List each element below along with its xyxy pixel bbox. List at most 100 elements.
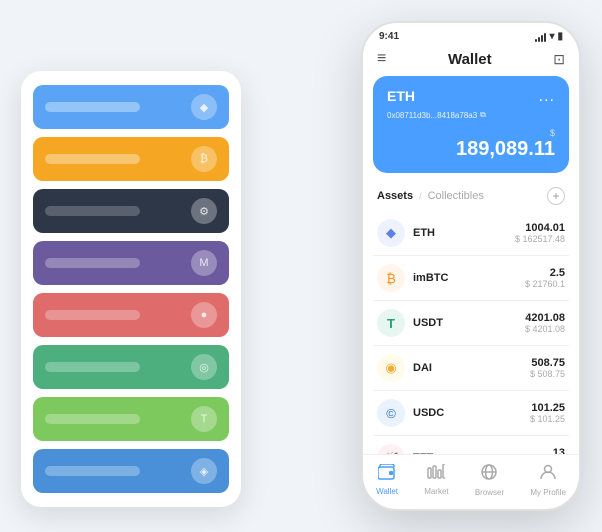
battery-icon: ▮ <box>557 31 563 42</box>
status-time: 9:41 <box>379 31 399 42</box>
nav-profile-label: My Profile <box>530 488 566 497</box>
signal-icon <box>535 32 546 42</box>
eth-balance-label: $ <box>387 128 555 138</box>
card-icon-6: ◎ <box>191 354 217 380</box>
card-icon-2: ₿ <box>191 146 217 172</box>
nav-browser[interactable]: Browser <box>475 463 504 497</box>
eth-card[interactable]: ETH ... 0x08711d3b...8418a78a3 ⧉ $ 189,0… <box>373 76 569 173</box>
asset-icon-dai: ◉ <box>377 354 405 382</box>
asset-item-usdt[interactable]: T USDT 4201.08 $ 4201.08 <box>373 301 569 346</box>
asset-values-eth: 1004.01 $ 162517.48 <box>515 222 565 244</box>
asset-amount-usdt: 4201.08 <box>525 312 565 324</box>
asset-icon-usdc: © <box>377 399 405 427</box>
asset-name-imbtc: imBTC <box>413 272 525 284</box>
asset-item-dai[interactable]: ◉ DAI 508.75 $ 508.75 <box>373 346 569 391</box>
asset-usd-usdc: $ 101.25 <box>530 414 565 424</box>
asset-list: ◆ ETH 1004.01 $ 162517.48 ₿ imBTC 2.5 $ … <box>363 211 579 454</box>
card-item-7[interactable]: T <box>33 397 229 441</box>
asset-icon-tft: 🦋 <box>377 444 405 454</box>
eth-card-menu[interactable]: ... <box>539 88 555 106</box>
asset-usd-eth: $ 162517.48 <box>515 234 565 244</box>
asset-usd-dai: $ 508.75 <box>530 369 565 379</box>
card-icon-1: ◆ <box>191 94 217 120</box>
asset-usd-imbtc: $ 21760.1 <box>525 279 565 289</box>
card-item-6[interactable]: ◎ <box>33 345 229 389</box>
nav-wallet-label: Wallet <box>376 487 398 496</box>
card-icon-8: ◈ <box>191 458 217 484</box>
balance-prefix: $ <box>550 128 555 138</box>
page-title: Wallet <box>448 51 492 68</box>
eth-balance: 189,089.11 <box>387 138 555 161</box>
card-icon-4: M <box>191 250 217 276</box>
add-asset-button[interactable]: + <box>547 187 565 205</box>
asset-item-eth[interactable]: ◆ ETH 1004.01 $ 162517.48 <box>373 211 569 256</box>
asset-icon-eth: ◆ <box>377 219 405 247</box>
browser-icon <box>480 463 498 486</box>
asset-usd-usdt: $ 4201.08 <box>525 324 565 334</box>
eth-address-text: 0x08711d3b...8418a78a3 <box>387 111 477 120</box>
asset-values-usdt: 4201.08 $ 4201.08 <box>525 312 565 334</box>
asset-amount-usdc: 101.25 <box>530 402 565 414</box>
card-icon-7: T <box>191 406 217 432</box>
card-stack: ◆ ₿ ⚙ M ● ◎ T ◈ <box>21 71 241 507</box>
nav-market-label: Market <box>424 487 448 496</box>
asset-values-usdc: 101.25 $ 101.25 <box>530 402 565 424</box>
nav-browser-label: Browser <box>475 488 504 497</box>
asset-icon-usdt: T <box>377 309 405 337</box>
card-bar-8 <box>45 466 140 476</box>
menu-icon[interactable]: ≡ <box>377 50 386 68</box>
card-bar-7 <box>45 414 140 424</box>
tab-assets[interactable]: Assets <box>377 190 413 202</box>
card-item-4[interactable]: M <box>33 241 229 285</box>
asset-values-tft: 13 0 <box>553 447 565 454</box>
asset-item-usdc[interactable]: © USDC 101.25 $ 101.25 <box>373 391 569 436</box>
asset-amount-eth: 1004.01 <box>515 222 565 234</box>
asset-values-dai: 508.75 $ 508.75 <box>530 357 565 379</box>
asset-amount-imbtc: 2.5 <box>525 267 565 279</box>
card-bar-1 <box>45 102 140 112</box>
card-item-2[interactable]: ₿ <box>33 137 229 181</box>
card-icon-5: ● <box>191 302 217 328</box>
asset-amount-tft: 13 <box>553 447 565 454</box>
card-bar-6 <box>45 362 140 372</box>
asset-icon-imbtc: ₿ <box>377 264 405 292</box>
wifi-icon: ▾ <box>549 31 554 42</box>
card-item-3[interactable]: ⚙ <box>33 189 229 233</box>
card-bar-4 <box>45 258 140 268</box>
wallet-icon <box>378 464 396 485</box>
scene: ◆ ₿ ⚙ M ● ◎ T ◈ <box>21 21 581 511</box>
scan-icon[interactable]: ⊡ <box>553 51 565 68</box>
tab-collectibles[interactable]: Collectibles <box>428 190 484 202</box>
nav-market[interactable]: Market <box>424 464 448 496</box>
profile-icon <box>539 463 557 486</box>
bottom-nav: Wallet Market <box>363 454 579 509</box>
asset-name-usdc: USDC <box>413 407 530 419</box>
copy-icon[interactable]: ⧉ <box>480 110 486 120</box>
card-item-5[interactable]: ● <box>33 293 229 337</box>
asset-name-dai: DAI <box>413 362 530 374</box>
phone-mockup: 9:41 ▾ ▮ ≡ Wallet ⊡ ETH ... 0x08711d3b..… <box>361 21 581 511</box>
card-item-1[interactable]: ◆ <box>33 85 229 129</box>
market-icon <box>427 464 445 485</box>
card-bar-5 <box>45 310 140 320</box>
eth-card-top: ETH ... <box>387 88 555 106</box>
eth-card-name: ETH <box>387 88 415 104</box>
asset-values-imbtc: 2.5 $ 21760.1 <box>525 267 565 289</box>
card-item-8[interactable]: ◈ <box>33 449 229 493</box>
eth-address: 0x08711d3b...8418a78a3 ⧉ <box>387 110 555 120</box>
card-icon-3: ⚙ <box>191 198 217 224</box>
nav-profile[interactable]: My Profile <box>530 463 566 497</box>
phone-header: ≡ Wallet ⊡ <box>363 46 579 76</box>
tab-divider: / <box>419 191 422 201</box>
asset-item-imbtc[interactable]: ₿ imBTC 2.5 $ 21760.1 <box>373 256 569 301</box>
card-bar-2 <box>45 154 140 164</box>
asset-name-eth: ETH <box>413 227 515 239</box>
assets-header: Assets / Collectibles + <box>363 183 579 211</box>
status-bar: 9:41 ▾ ▮ <box>363 23 579 46</box>
asset-item-tft[interactable]: 🦋 TFT 13 0 <box>373 436 569 454</box>
assets-tabs: Assets / Collectibles <box>377 190 484 202</box>
nav-wallet[interactable]: Wallet <box>376 464 398 496</box>
asset-amount-dai: 508.75 <box>530 357 565 369</box>
status-icons: ▾ ▮ <box>535 31 563 42</box>
asset-name-usdt: USDT <box>413 317 525 329</box>
